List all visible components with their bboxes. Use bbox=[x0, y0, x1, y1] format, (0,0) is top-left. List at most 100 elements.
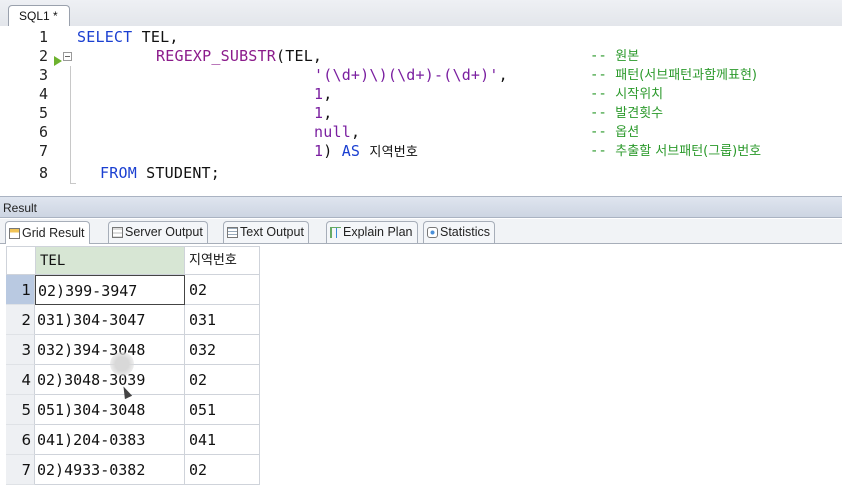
text-output-icon bbox=[227, 227, 238, 238]
cell-tel[interactable]: 02)399-3947 bbox=[35, 275, 185, 305]
cell-area-code[interactable]: 02 bbox=[185, 365, 260, 395]
code-line-8: FROM STUDENT; bbox=[100, 164, 220, 183]
editor-tab-strip: SQL1 * bbox=[0, 0, 842, 27]
tab-label: Statistics bbox=[440, 225, 491, 239]
row-number[interactable]: 2 bbox=[6, 305, 35, 335]
comment-dash: -- bbox=[590, 105, 616, 121]
comment-text: 원본 bbox=[615, 49, 640, 64]
cell-area-code[interactable]: 041 bbox=[185, 425, 260, 455]
cell-area-code[interactable]: 032 bbox=[185, 335, 260, 365]
row-number[interactable]: 4 bbox=[6, 365, 35, 395]
cell-tel[interactable]: 02)4933-0382 bbox=[35, 455, 185, 485]
number-literal: 1 bbox=[314, 142, 324, 160]
cell-tel[interactable]: 041)204-0383 bbox=[35, 425, 185, 455]
code-text: , bbox=[323, 104, 333, 122]
string-literal: '(\d+)\)(\d+)-(\d+)' bbox=[314, 66, 499, 84]
server-output-icon bbox=[112, 227, 123, 238]
comment-text: 옵션 bbox=[615, 125, 640, 140]
code-line-3: '(\d+)\)(\d+)-(\d+)', bbox=[314, 66, 508, 85]
comment-dash: -- bbox=[590, 86, 616, 102]
number-literal: 1 bbox=[314, 104, 324, 122]
column-header-area-code[interactable]: 지역번호 bbox=[185, 246, 260, 275]
line-number: 7 bbox=[38, 142, 48, 160]
line-number: 2 bbox=[38, 47, 48, 65]
cell-tel[interactable]: 031)304-3047 bbox=[35, 305, 185, 335]
line-number: 5 bbox=[38, 104, 48, 122]
statistics-icon bbox=[427, 227, 438, 238]
code-line-2: REGEXP_SUBSTR(TEL, bbox=[156, 47, 322, 66]
fold-guide-end bbox=[70, 183, 76, 184]
line-number: 4 bbox=[38, 85, 48, 103]
code-text: (TEL, bbox=[276, 47, 323, 65]
comment-line-7: -- 추출할 서브패턴(그룹)번호 bbox=[590, 142, 761, 161]
comment-text: 발견횟수 bbox=[615, 106, 664, 121]
comment-dash: -- bbox=[590, 48, 616, 64]
keyword-from: FROM bbox=[100, 164, 137, 182]
comment-dash: -- bbox=[590, 67, 616, 83]
comment-line-5: -- 발견횟수 bbox=[590, 104, 663, 123]
comment-line-2: -- 원본 bbox=[590, 47, 639, 66]
tab-text-output[interactable]: Text Output bbox=[223, 221, 309, 243]
cell-area-code[interactable]: 031 bbox=[185, 305, 260, 335]
tab-label: Text Output bbox=[240, 225, 304, 239]
tab-label: Server Output bbox=[125, 225, 203, 239]
code-text: , bbox=[323, 85, 333, 103]
tab-statistics[interactable]: Statistics bbox=[423, 221, 496, 243]
row-number[interactable]: 7 bbox=[6, 455, 35, 485]
tab-label: Explain Plan bbox=[343, 225, 413, 239]
comment-text: 시작위치 bbox=[615, 87, 664, 102]
line-number: 3 bbox=[38, 66, 48, 84]
tab-server-output[interactable]: Server Output bbox=[108, 221, 208, 243]
fold-toggle-icon[interactable] bbox=[63, 52, 72, 61]
code-line-5: 1, bbox=[314, 104, 332, 123]
tab-label: Grid Result bbox=[22, 225, 85, 240]
row-number[interactable]: 5 bbox=[6, 395, 35, 425]
tab-grid-result[interactable]: Grid Result bbox=[5, 221, 90, 244]
keyword-as: AS bbox=[341, 142, 361, 160]
fold-guide bbox=[70, 66, 71, 183]
comment-dash: -- bbox=[590, 124, 616, 140]
row-number[interactable]: 3 bbox=[6, 335, 35, 365]
click-highlight bbox=[110, 352, 134, 376]
code-text: , bbox=[350, 123, 361, 141]
code-line-1: SELECT TEL, bbox=[77, 28, 179, 47]
comment-line-6: -- 옵션 bbox=[590, 123, 639, 142]
code-line-7: 1) AS 지역번호 bbox=[314, 142, 418, 162]
cell-area-code[interactable]: 02 bbox=[185, 455, 260, 485]
row-number[interactable]: 1 bbox=[6, 275, 35, 305]
cell-area-code[interactable]: 051 bbox=[185, 395, 260, 425]
code-text: STUDENT; bbox=[136, 164, 221, 182]
comment-text: 추출할 서브패턴(그룹)번호 bbox=[615, 144, 762, 159]
code-text: TEL, bbox=[132, 28, 179, 46]
row-number[interactable]: 6 bbox=[6, 425, 35, 455]
keyword-select: SELECT bbox=[77, 28, 133, 46]
code-line-4: 1, bbox=[314, 85, 332, 104]
comment-line-3: -- 패턴(서브패턴과함께표현) bbox=[590, 66, 757, 85]
cell-tel[interactable]: 02)3048-3039 bbox=[35, 365, 185, 395]
grid-corner[interactable] bbox=[6, 246, 35, 275]
comment-line-4: -- 시작위치 bbox=[590, 85, 663, 104]
column-header-tel[interactable]: TEL bbox=[35, 246, 185, 275]
line-number: 1 bbox=[38, 28, 48, 46]
line-number: 6 bbox=[38, 123, 48, 141]
sql-editor[interactable]: 1 2 3 4 5 6 7 8 SELECT TEL, REGEXP_SUBST… bbox=[0, 26, 842, 186]
code-text: , bbox=[498, 66, 508, 84]
line-number: 8 bbox=[38, 164, 48, 182]
tab-explain-plan[interactable]: Explain Plan bbox=[326, 221, 418, 243]
run-marker-icon[interactable] bbox=[54, 56, 62, 66]
keyword-null: null bbox=[314, 123, 351, 141]
result-tabs: Grid Result Server Output Text Output Ex… bbox=[0, 219, 842, 244]
comment-dash: -- bbox=[590, 143, 616, 159]
tab-sql1[interactable]: SQL1 * bbox=[8, 5, 70, 26]
explain-plan-icon bbox=[330, 227, 341, 238]
result-panel-header: Result bbox=[0, 196, 842, 218]
cell-tel[interactable]: 051)304-3048 bbox=[35, 395, 185, 425]
grid-icon bbox=[9, 227, 20, 239]
cell-area-code[interactable]: 02 bbox=[185, 275, 260, 305]
column-alias: 지역번호 bbox=[369, 145, 419, 160]
function-name: REGEXP_SUBSTR bbox=[156, 47, 276, 65]
code-line-6: null, bbox=[314, 123, 360, 142]
code-text: ) bbox=[323, 142, 342, 160]
number-literal: 1 bbox=[314, 85, 324, 103]
comment-text: 패턴(서브패턴과함께표현) bbox=[615, 68, 758, 83]
